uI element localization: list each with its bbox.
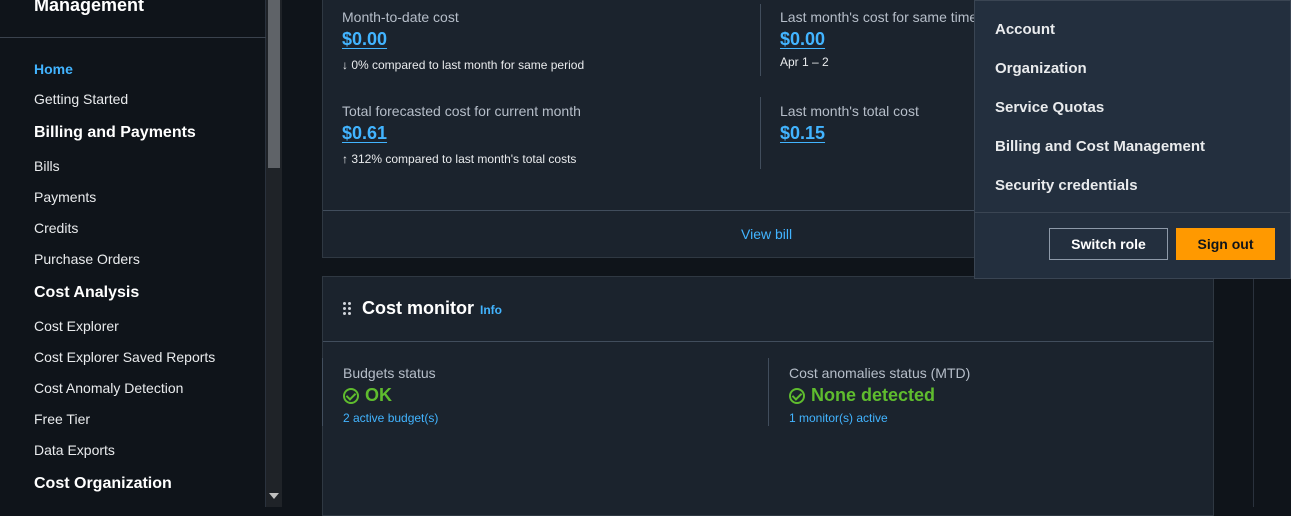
last-month-total-label: Last month's total cost [780, 103, 919, 119]
last-month-same-period-value[interactable]: $0.00 [780, 29, 825, 50]
switch-role-button[interactable]: Switch role [1049, 228, 1168, 260]
view-bill-link[interactable]: View bill [741, 226, 792, 242]
menu-item-service-quotas[interactable]: Service Quotas [995, 99, 1104, 116]
menu-item-security-credentials[interactable]: Security credentials [995, 177, 1138, 194]
menu-item-account[interactable]: Account [995, 21, 1055, 38]
menu-item-billing-cost-management[interactable]: Billing and Cost Management [995, 138, 1205, 155]
mtd-cost-comparison: ↓ 0% compared to last month for same per… [342, 58, 585, 72]
summary-divider-top [760, 4, 761, 76]
sidebar-section-cost-analysis[interactable]: Cost Analysis [34, 284, 139, 302]
sidebar-item-getting-started[interactable]: Getting Started [34, 91, 128, 107]
sidebar-item-data-exports[interactable]: Data Exports [34, 442, 115, 458]
sidebar-title: Management [34, 0, 145, 15]
sidebar-item-purchase-orders[interactable]: Purchase Orders [34, 251, 140, 267]
forecast-cost-comparison: ↑ 312% compared to last month's total co… [342, 152, 577, 166]
mtd-cost-value[interactable]: $0.00 [342, 29, 387, 50]
active-budgets-link[interactable]: 2 active budget(s) [343, 411, 438, 425]
cost-monitor-title: Cost monitor [362, 298, 474, 318]
active-monitors-link[interactable]: 1 monitor(s) active [789, 411, 888, 425]
cost-monitor-info-link[interactable]: Info [480, 303, 502, 317]
drag-handle-icon[interactable] [343, 302, 351, 316]
budgets-status-value: OK [343, 385, 392, 406]
sidebar-scrollbar[interactable] [266, 0, 282, 507]
monitor-divider [768, 358, 769, 426]
sidebar-divider [0, 37, 266, 38]
scroll-down-arrow-icon[interactable] [269, 493, 279, 499]
sidebar-item-credits[interactable]: Credits [34, 220, 78, 236]
scrollbar-thumb[interactable] [268, 0, 280, 168]
anomalies-status-label: Cost anomalies status (MTD) [789, 365, 971, 381]
menu-divider [975, 212, 1290, 213]
sidebar-item-bills[interactable]: Bills [34, 158, 60, 174]
forecast-cost-label: Total forecasted cost for current month [342, 103, 581, 119]
sidebar-item-payments[interactable]: Payments [34, 189, 96, 205]
summary-divider-bottom [760, 97, 761, 169]
check-circle-icon [343, 387, 359, 404]
sidebar-item-cost-explorer-saved-reports[interactable]: Cost Explorer Saved Reports [34, 349, 215, 365]
budgets-status-text: OK [365, 385, 392, 405]
sidebar-item-cost-explorer[interactable]: Cost Explorer [34, 318, 119, 334]
sign-out-button[interactable]: Sign out [1176, 228, 1275, 260]
account-dropdown-menu: Account Organization Service Quotas Bill… [974, 0, 1291, 279]
right-gutter [1253, 279, 1291, 507]
anomalies-status-value: None detected [789, 385, 935, 406]
forecast-cost-value[interactable]: $0.61 [342, 123, 387, 144]
sidebar-section-cost-organization[interactable]: Cost Organization [34, 475, 172, 493]
menu-item-organization[interactable]: Organization [995, 60, 1087, 77]
check-circle-icon [789, 387, 805, 404]
cost-monitor-header-divider [323, 341, 1213, 342]
last-month-total-value[interactable]: $0.15 [780, 123, 825, 144]
sidebar: Management Home Getting Started Billing … [0, 0, 266, 507]
sidebar-item-free-tier[interactable]: Free Tier [34, 411, 90, 427]
budgets-status-label: Budgets status [343, 365, 436, 381]
anomalies-status-text: None detected [811, 385, 936, 405]
monitor-left-edge [322, 358, 323, 426]
sidebar-item-cost-anomaly-detection[interactable]: Cost Anomaly Detection [34, 380, 183, 396]
mtd-cost-label: Month-to-date cost [342, 9, 459, 25]
last-month-date-range: Apr 1 – 2 [780, 55, 829, 69]
sidebar-item-home[interactable]: Home [34, 61, 73, 77]
sidebar-section-billing-payments[interactable]: Billing and Payments [34, 124, 196, 142]
